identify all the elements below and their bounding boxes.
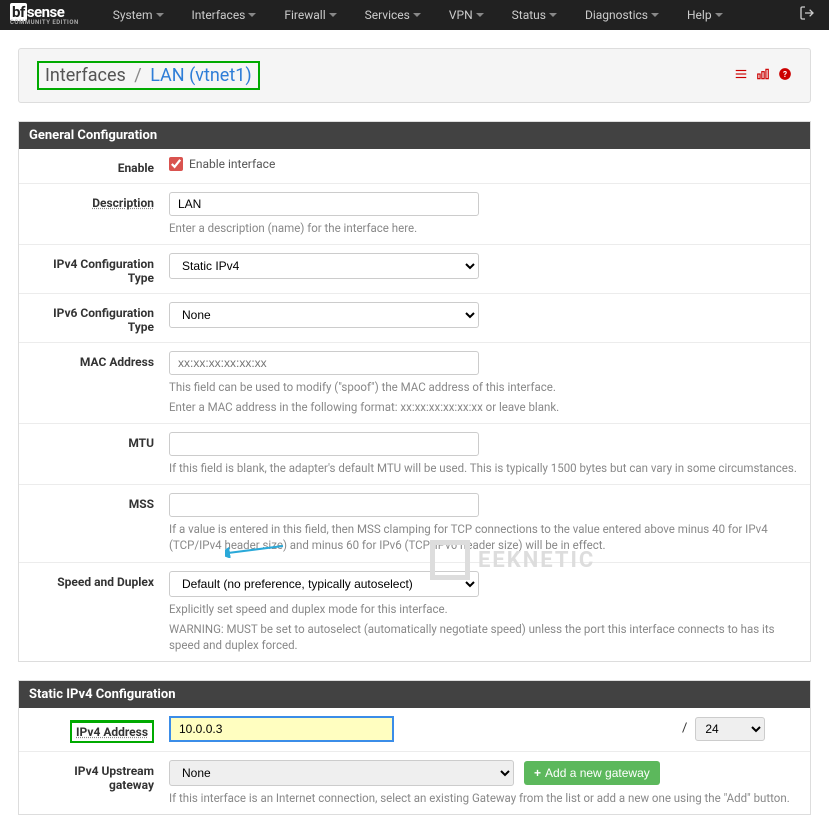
- status-icon[interactable]: [756, 67, 770, 85]
- help-speed2: WARNING: MUST be set to autoselect (auto…: [169, 621, 800, 653]
- chevron-down-icon: [156, 13, 164, 17]
- checkbox-enable-label: Enable interface: [189, 157, 275, 171]
- help-mac2: Enter a MAC address in the following for…: [169, 399, 800, 415]
- chevron-down-icon: [651, 13, 659, 17]
- help-mtu: If this field is blank, the adapter's de…: [169, 460, 800, 476]
- nav-diagnostics[interactable]: Diagnostics: [571, 2, 673, 28]
- nav-system[interactable]: System: [99, 2, 178, 28]
- label-ipv4type: IPv4 Configuration Type: [29, 253, 169, 285]
- chevron-down-icon: [715, 13, 723, 17]
- help-icon[interactable]: ?: [778, 67, 792, 85]
- label-description: Description: [29, 192, 169, 210]
- chevron-down-icon: [413, 13, 421, 17]
- panel-general: General Configuration Enable Enable inte…: [18, 121, 811, 662]
- breadcrumb: Interfaces / LAN (vtnet1): [37, 61, 260, 90]
- shortcut-icon[interactable]: [734, 67, 748, 85]
- input-description[interactable]: [169, 192, 479, 216]
- panel-heading-general: General Configuration: [19, 122, 810, 149]
- nav-firewall[interactable]: Firewall: [270, 2, 350, 28]
- breadcrumb-root[interactable]: Interfaces: [45, 65, 126, 86]
- input-mss[interactable]: [169, 493, 479, 517]
- chevron-down-icon: [549, 13, 557, 17]
- row-ipv4addr: IPv4 Address / 24: [19, 708, 810, 752]
- help-mac1: This field can be used to modify ("spoof…: [169, 379, 800, 395]
- panel-heading-static: Static IPv4 Configuration: [19, 681, 810, 708]
- svg-text:?: ?: [783, 68, 787, 78]
- help-gateway: If this interface is an Internet connect…: [169, 790, 800, 806]
- help-description: Enter a description (name) for the inter…: [169, 220, 800, 236]
- chevron-down-icon: [476, 13, 484, 17]
- row-mac: MAC Address This field can be used to mo…: [19, 343, 810, 424]
- row-speed: Speed and Duplex Default (no preference,…: [19, 563, 810, 661]
- row-gateway: IPv4 Upstream gateway None + Add a new g…: [19, 752, 810, 814]
- chevron-down-icon: [329, 13, 337, 17]
- input-mac[interactable]: [169, 351, 479, 375]
- nav-menu: System Interfaces Firewall Services VPN …: [99, 2, 795, 28]
- checkbox-enable[interactable]: [169, 157, 183, 171]
- label-speed: Speed and Duplex: [29, 571, 169, 589]
- select-cidr[interactable]: 24: [695, 717, 765, 741]
- select-ipv4type[interactable]: Static IPv4: [169, 253, 479, 279]
- label-ipv4addr: IPv4 Address: [29, 716, 169, 743]
- btn-add-gateway[interactable]: + Add a new gateway: [524, 761, 660, 785]
- nav-status[interactable]: Status: [498, 2, 571, 28]
- nav-vpn[interactable]: VPN: [435, 2, 498, 28]
- input-ipv4addr[interactable]: [169, 716, 394, 742]
- header-actions: ?: [734, 67, 792, 85]
- breadcrumb-current: LAN (vtnet1): [150, 65, 251, 86]
- plus-icon: +: [534, 766, 541, 780]
- select-ipv6type[interactable]: None: [169, 302, 479, 328]
- chevron-down-icon: [248, 13, 256, 17]
- label-mac: MAC Address: [29, 351, 169, 369]
- logout-icon[interactable]: [795, 1, 819, 29]
- panel-static-ipv4: Static IPv4 Configuration IPv4 Address /…: [18, 680, 811, 815]
- page-header: Interfaces / LAN (vtnet1) ?: [18, 48, 811, 103]
- nav-services[interactable]: Services: [351, 2, 435, 28]
- nav-help[interactable]: Help: [673, 2, 737, 28]
- row-ipv6type: IPv6 Configuration Type None: [19, 294, 810, 343]
- row-mtu: MTU If this field is blank, the adapter'…: [19, 424, 810, 485]
- help-speed1: Explicitly set speed and duplex mode for…: [169, 601, 800, 617]
- select-gateway[interactable]: None: [169, 760, 514, 786]
- navbar: bfsense COMMUNITY EDITION System Interfa…: [0, 0, 829, 30]
- nav-interfaces[interactable]: Interfaces: [178, 2, 271, 28]
- label-ipv6type: IPv6 Configuration Type: [29, 302, 169, 334]
- input-mtu[interactable]: [169, 432, 479, 456]
- row-ipv4type: IPv4 Configuration Type Static IPv4: [19, 245, 810, 294]
- help-mss: If a value is entered in this field, the…: [169, 521, 800, 553]
- label-gateway: IPv4 Upstream gateway: [29, 760, 169, 792]
- brand-logo[interactable]: bfsense COMMUNITY EDITION: [10, 5, 79, 26]
- label-mtu: MTU: [29, 432, 169, 450]
- label-mss: MSS: [29, 493, 169, 511]
- row-enable: Enable Enable interface: [19, 149, 810, 184]
- cidr-slash: /: [682, 721, 687, 736]
- row-mss: MSS If a value is entered in this field,…: [19, 485, 810, 562]
- label-enable: Enable: [29, 157, 169, 175]
- select-speed[interactable]: Default (no preference, typically autose…: [169, 571, 479, 597]
- row-description: Description Enter a description (name) f…: [19, 184, 810, 245]
